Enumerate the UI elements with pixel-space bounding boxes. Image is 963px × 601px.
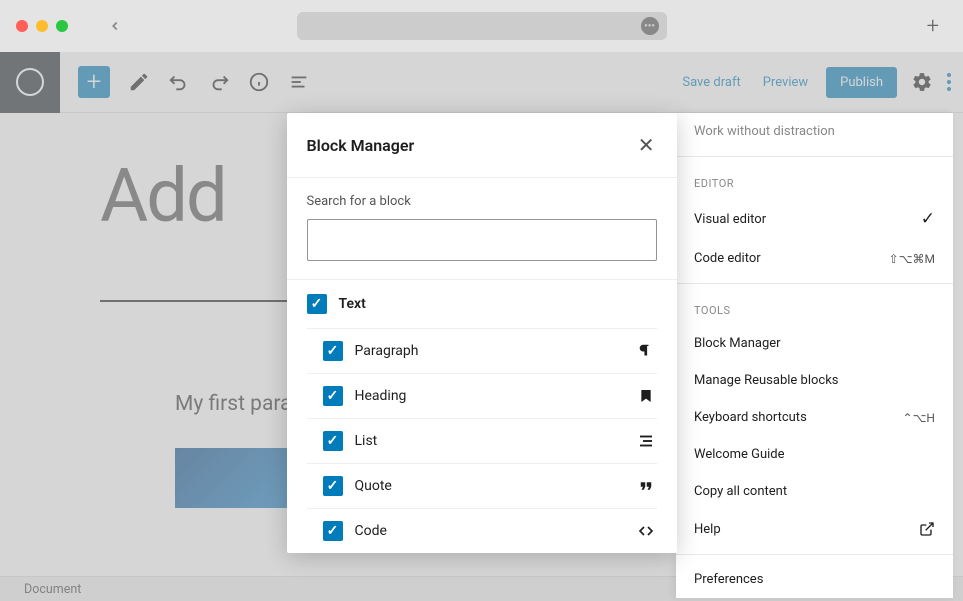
list-icon: [635, 432, 657, 450]
menu-section-editor: EDITOR: [676, 163, 953, 198]
menu-item-reusable-blocks[interactable]: Manage Reusable blocks: [676, 362, 953, 399]
block-row-list[interactable]: List: [307, 418, 657, 463]
new-tab-button[interactable]: +: [927, 14, 939, 39]
back-button[interactable]: [108, 19, 122, 33]
url-bar[interactable]: •••: [297, 12, 667, 40]
menu-item-keyboard-shortcuts[interactable]: Keyboard shortcuts ⌃⌥H: [676, 399, 953, 436]
options-menu-panel: Work without distraction EDITOR Visual e…: [676, 113, 953, 598]
maximize-window-button[interactable]: [56, 20, 68, 32]
checkbox-checked[interactable]: [323, 521, 343, 541]
menu-item-help[interactable]: Help: [676, 510, 953, 548]
block-category-text[interactable]: Text: [307, 280, 657, 328]
checkmark-icon: ✓: [921, 209, 935, 229]
pilcrow-icon: [635, 342, 657, 360]
menu-section-tools: TOOLS: [676, 290, 953, 325]
browser-titlebar: ••• +: [0, 0, 963, 52]
search-label: Search for a block: [307, 194, 657, 209]
block-row-heading[interactable]: Heading: [307, 373, 657, 418]
close-icon[interactable]: ✕: [636, 131, 657, 159]
menu-item-code-editor[interactable]: Code editor ⇧⌥⌘M: [676, 240, 953, 277]
bookmark-icon: [635, 388, 657, 404]
minimize-window-button[interactable]: [36, 20, 48, 32]
checkbox-checked[interactable]: [323, 386, 343, 406]
modal-title: Block Manager: [307, 136, 415, 155]
menu-item-welcome-guide[interactable]: Welcome Guide: [676, 436, 953, 473]
menu-item-visual-editor[interactable]: Visual editor ✓: [676, 198, 953, 240]
checkbox-checked[interactable]: [323, 476, 343, 496]
menu-item-block-manager[interactable]: Block Manager: [676, 325, 953, 362]
checkbox-checked[interactable]: [323, 341, 343, 361]
search-block-input[interactable]: [307, 219, 657, 261]
external-link-icon: [919, 521, 935, 537]
block-row-paragraph[interactable]: Paragraph: [307, 328, 657, 373]
block-manager-modal: Block Manager ✕ Search for a block Text …: [287, 113, 677, 553]
keyboard-shortcut-hint: ⌃⌥H: [903, 411, 935, 425]
menu-item-preferences[interactable]: Preferences: [676, 561, 953, 598]
keyboard-shortcut-hint: ⇧⌥⌘M: [889, 252, 935, 266]
checkbox-checked[interactable]: [307, 294, 327, 314]
code-icon: [635, 523, 657, 539]
menu-item-copy-all[interactable]: Copy all content: [676, 473, 953, 510]
block-row-code[interactable]: Code: [307, 508, 657, 553]
menu-item-distraction-free[interactable]: Work without distraction: [676, 113, 953, 150]
site-settings-icon[interactable]: •••: [641, 17, 659, 35]
quote-icon: [635, 477, 657, 495]
block-row-quote[interactable]: Quote: [307, 463, 657, 508]
close-window-button[interactable]: [16, 20, 28, 32]
window-controls: [16, 20, 68, 32]
checkbox-checked[interactable]: [323, 431, 343, 451]
